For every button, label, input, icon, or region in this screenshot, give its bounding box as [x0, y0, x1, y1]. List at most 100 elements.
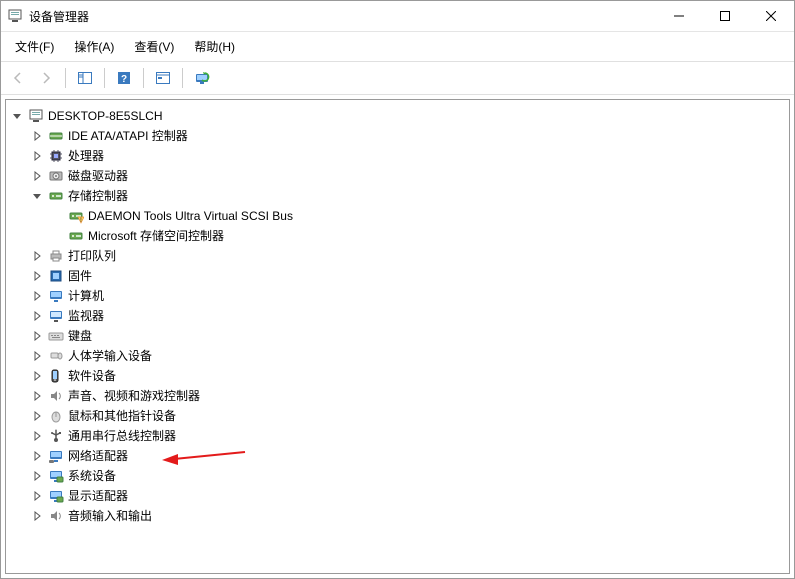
device-daemon-label: DAEMON Tools Ultra Virtual SCSI Bus: [88, 206, 293, 226]
expand-toggle[interactable]: [30, 409, 44, 423]
device-daemon[interactable]: !DAEMON Tools Ultra Virtual SCSI Bus: [50, 206, 789, 226]
category-usb-label: 通用串行总线控制器: [68, 426, 176, 446]
window-title: 设备管理器: [29, 8, 89, 25]
toolbar-separator: [104, 68, 105, 88]
collapse-toggle[interactable]: [30, 189, 44, 203]
category-sound[interactable]: 声音、视频和游戏控制器: [30, 386, 789, 406]
collapse-toggle[interactable]: [10, 109, 24, 123]
category-firmware[interactable]: 固件: [30, 266, 789, 286]
expand-toggle[interactable]: [30, 149, 44, 163]
expand-toggle[interactable]: [30, 349, 44, 363]
category-mouse-label: 鼠标和其他指针设备: [68, 406, 176, 426]
show-hide-tree-button[interactable]: [72, 65, 98, 91]
tree-root[interactable]: DESKTOP-8E5SLCH: [10, 106, 789, 126]
sound-icon: [48, 388, 64, 404]
minimize-button[interactable]: [656, 1, 702, 31]
network-icon: [48, 448, 64, 464]
properties-button[interactable]: [150, 65, 176, 91]
category-print-label: 打印队列: [68, 246, 116, 266]
forward-button[interactable]: [33, 65, 59, 91]
menu-view[interactable]: 查看(V): [126, 34, 182, 59]
category-cpu-label: 处理器: [68, 146, 104, 166]
msstor-icon: [68, 228, 84, 244]
expand-toggle[interactable]: [30, 269, 44, 283]
storage-icon: [48, 188, 64, 204]
category-keyboard[interactable]: 键盘: [30, 326, 789, 346]
expand-toggle[interactable]: [30, 509, 44, 523]
ide-icon: [48, 128, 64, 144]
menu-help[interactable]: 帮助(H): [186, 34, 243, 59]
category-system[interactable]: 系统设备: [30, 466, 789, 486]
expand-toggle[interactable]: [30, 289, 44, 303]
title-bar-controls: [656, 1, 794, 31]
category-network[interactable]: 网络适配器: [30, 446, 789, 466]
mouse-icon: [48, 408, 64, 424]
toolbar-separator: [182, 68, 183, 88]
category-software[interactable]: 软件设备: [30, 366, 789, 386]
category-audio[interactable]: 音频输入和输出: [30, 506, 789, 526]
menu-action[interactable]: 操作(A): [66, 34, 122, 59]
help-button[interactable]: ?: [111, 65, 137, 91]
category-disk-label: 磁盘驱动器: [68, 166, 128, 186]
toolbar-separator: [143, 68, 144, 88]
device-msstor[interactable]: Microsoft 存储空间控制器: [50, 226, 789, 246]
print-icon: [48, 248, 64, 264]
toolbar: ?: [1, 62, 794, 95]
category-print[interactable]: 打印队列: [30, 246, 789, 266]
title-bar-left: 设备管理器: [1, 8, 89, 25]
category-gpu[interactable]: 显示适配器: [30, 486, 789, 506]
scan-hardware-button[interactable]: [189, 65, 215, 91]
category-cpu[interactable]: 处理器: [30, 146, 789, 166]
category-keyboard-label: 键盘: [68, 326, 92, 346]
category-firmware-label: 固件: [68, 266, 92, 286]
expand-toggle[interactable]: [30, 329, 44, 343]
category-software-label: 软件设备: [68, 366, 116, 386]
expand-toggle[interactable]: [30, 429, 44, 443]
category-disk[interactable]: 磁盘驱动器: [30, 166, 789, 186]
svg-text:?: ?: [121, 74, 127, 85]
category-hid[interactable]: 人体学输入设备: [30, 346, 789, 366]
expand-toggle[interactable]: [30, 389, 44, 403]
close-button[interactable]: [748, 1, 794, 31]
system-icon: [48, 468, 64, 484]
expand-toggle[interactable]: [30, 309, 44, 323]
expand-toggle[interactable]: [30, 449, 44, 463]
software-icon: [48, 368, 64, 384]
category-audio-label: 音频输入和输出: [68, 506, 152, 526]
audio-icon: [48, 508, 64, 524]
computer-root-icon: [28, 108, 44, 124]
back-button[interactable]: [5, 65, 31, 91]
category-usb[interactable]: 通用串行总线控制器: [30, 426, 789, 446]
expand-toggle[interactable]: [30, 469, 44, 483]
device-msstor-label: Microsoft 存储空间控制器: [88, 226, 224, 246]
monitor-icon: [48, 308, 64, 324]
gpu-icon: [48, 488, 64, 504]
category-hid-label: 人体学输入设备: [68, 346, 152, 366]
category-ide[interactable]: IDE ATA/ATAPI 控制器: [30, 126, 789, 146]
expand-toggle[interactable]: [30, 129, 44, 143]
maximize-button[interactable]: [702, 1, 748, 31]
expand-toggle[interactable]: [30, 369, 44, 383]
category-storage[interactable]: 存储控制器: [30, 186, 789, 206]
disk-icon: [48, 168, 64, 184]
category-gpu-label: 显示适配器: [68, 486, 128, 506]
keyboard-icon: [48, 328, 64, 344]
tree-root-label: DESKTOP-8E5SLCH: [48, 106, 163, 126]
category-mouse[interactable]: 鼠标和其他指针设备: [30, 406, 789, 426]
category-storage-label: 存储控制器: [68, 186, 128, 206]
device-manager-window: 设备管理器 文件(F) 操作(A) 查看(V) 帮助(H): [0, 0, 795, 579]
category-computer-label: 计算机: [68, 286, 104, 306]
expand-toggle[interactable]: [30, 249, 44, 263]
expand-toggle[interactable]: [30, 169, 44, 183]
category-system-label: 系统设备: [68, 466, 116, 486]
menu-file[interactable]: 文件(F): [7, 34, 62, 59]
category-ide-label: IDE ATA/ATAPI 控制器: [68, 126, 188, 146]
app-icon: [7, 8, 23, 24]
computer-icon: [48, 288, 64, 304]
category-monitor[interactable]: 监视器: [30, 306, 789, 326]
usb-icon: [48, 428, 64, 444]
firmware-icon: [48, 268, 64, 284]
expand-toggle[interactable]: [30, 489, 44, 503]
cpu-icon: [48, 148, 64, 164]
category-computer[interactable]: 计算机: [30, 286, 789, 306]
